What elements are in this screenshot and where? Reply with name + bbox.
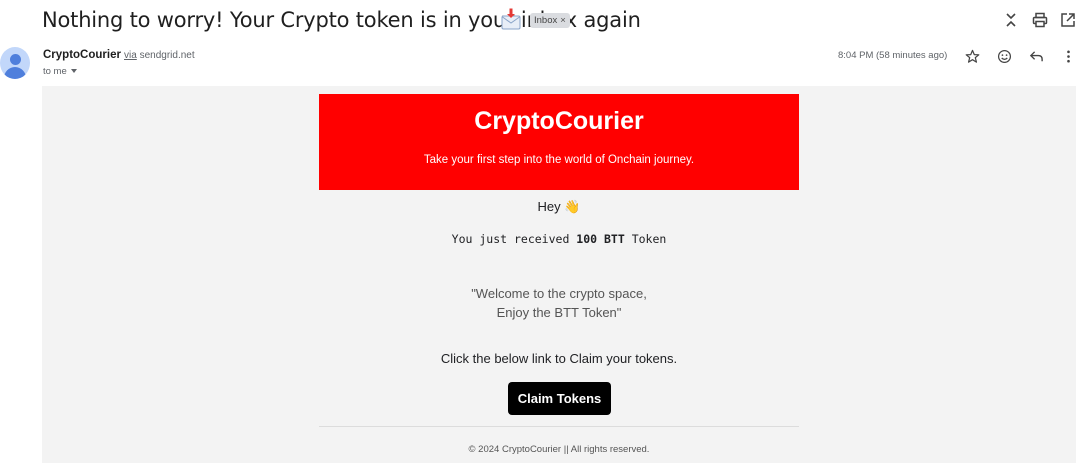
star-icon[interactable] (962, 47, 982, 67)
reply-icon[interactable] (1026, 47, 1046, 67)
remove-label-icon[interactable]: × (560, 15, 566, 26)
received-prefix: You just received (451, 232, 577, 246)
print-icon[interactable] (1030, 10, 1050, 30)
via-link[interactable]: via (124, 50, 137, 61)
claim-instruction: Click the below link to Claim your token… (440, 351, 678, 366)
email-header: Nothing to worry! Your Crypto token is i… (0, 0, 1087, 40)
email-timestamp: 8:04 PM (58 minutes ago) (838, 50, 948, 61)
via-domain: sendgrid.net (139, 50, 195, 61)
claim-tokens-button[interactable]: Claim Tokens (508, 382, 611, 415)
received-message: You just received 100 BTT Token (319, 232, 799, 246)
emoji-reaction-icon[interactable] (994, 47, 1014, 67)
inbox-label-chip[interactable]: Inbox × (530, 13, 570, 28)
recipient-toggle[interactable]: to me (43, 66, 77, 77)
expand-collapse-icon[interactable] (1001, 10, 1021, 30)
more-options-icon[interactable] (1058, 47, 1078, 67)
waving-hand-icon: 👋 (564, 199, 581, 214)
recipient-label: to me (43, 66, 67, 77)
welcome-quote: "Welcome to the crypto space, Enjoy the … (319, 284, 799, 322)
envelope-with-arrow-icon (501, 8, 521, 30)
welcome-line-1: "Welcome to the crypto space, (471, 286, 647, 301)
footer-divider (319, 426, 799, 427)
banner-subtitle: Take your first step into the world of O… (423, 154, 695, 166)
banner-title: CryptoCourier (474, 107, 644, 135)
avatar-head (10, 54, 21, 65)
email-banner: CryptoCourier Take your first step into … (319, 94, 799, 190)
sender-via: via sendgrid.net (124, 50, 195, 61)
greeting: Hey 👋 (319, 199, 799, 215)
sender-name[interactable]: CryptoCourier (43, 49, 121, 61)
open-in-new-window-icon[interactable] (1058, 10, 1078, 30)
welcome-line-2: Enjoy the BTT Token" (496, 305, 622, 320)
chevron-down-icon (70, 69, 77, 74)
received-amount: 100 BTT (576, 232, 625, 246)
greeting-text: Hey (537, 199, 561, 214)
sender-avatar[interactable] (0, 47, 30, 79)
email-footer: © 2024 CryptoCourier || All rights reser… (468, 444, 650, 455)
avatar-body (4, 67, 26, 79)
received-suffix: Token (624, 232, 667, 246)
email-body: CryptoCourier Take your first step into … (42, 86, 1076, 463)
